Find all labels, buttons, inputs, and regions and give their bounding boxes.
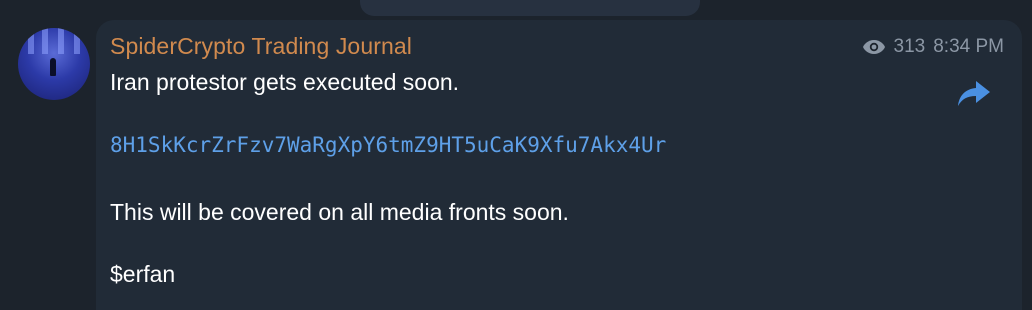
message-meta: 313 8:34 PM xyxy=(862,36,1004,58)
previous-message-edge xyxy=(360,0,700,16)
avatar[interactable] xyxy=(18,28,90,100)
avatar-pillar xyxy=(74,28,80,54)
chat-view: SpiderCrypto Trading Journal 313 8:34 PM… xyxy=(0,0,1032,310)
message-text-line: This will be covered on all media fronts… xyxy=(110,199,569,225)
avatar-pillar xyxy=(58,28,64,54)
avatar-pillar xyxy=(42,28,48,54)
avatar-figure xyxy=(50,58,56,76)
share-arrow-icon[interactable] xyxy=(956,78,992,108)
message-time: 8:34 PM xyxy=(933,36,1004,57)
avatar-pillar xyxy=(28,28,34,54)
sender-name[interactable]: SpiderCrypto Trading Journal xyxy=(110,33,412,60)
message-bubble[interactable] xyxy=(96,20,1022,310)
message-text-line: Iran protestor gets executed soon. xyxy=(110,69,460,95)
eye-icon xyxy=(862,40,885,54)
view-count: 313 xyxy=(893,36,926,57)
cashtag-text: $erfan xyxy=(110,261,176,287)
wallet-address-link[interactable]: 8H1SkKcrZrFzv7WaRgXpY6tmZ9HT5uCaK9Xfu7Ak… xyxy=(110,133,666,157)
